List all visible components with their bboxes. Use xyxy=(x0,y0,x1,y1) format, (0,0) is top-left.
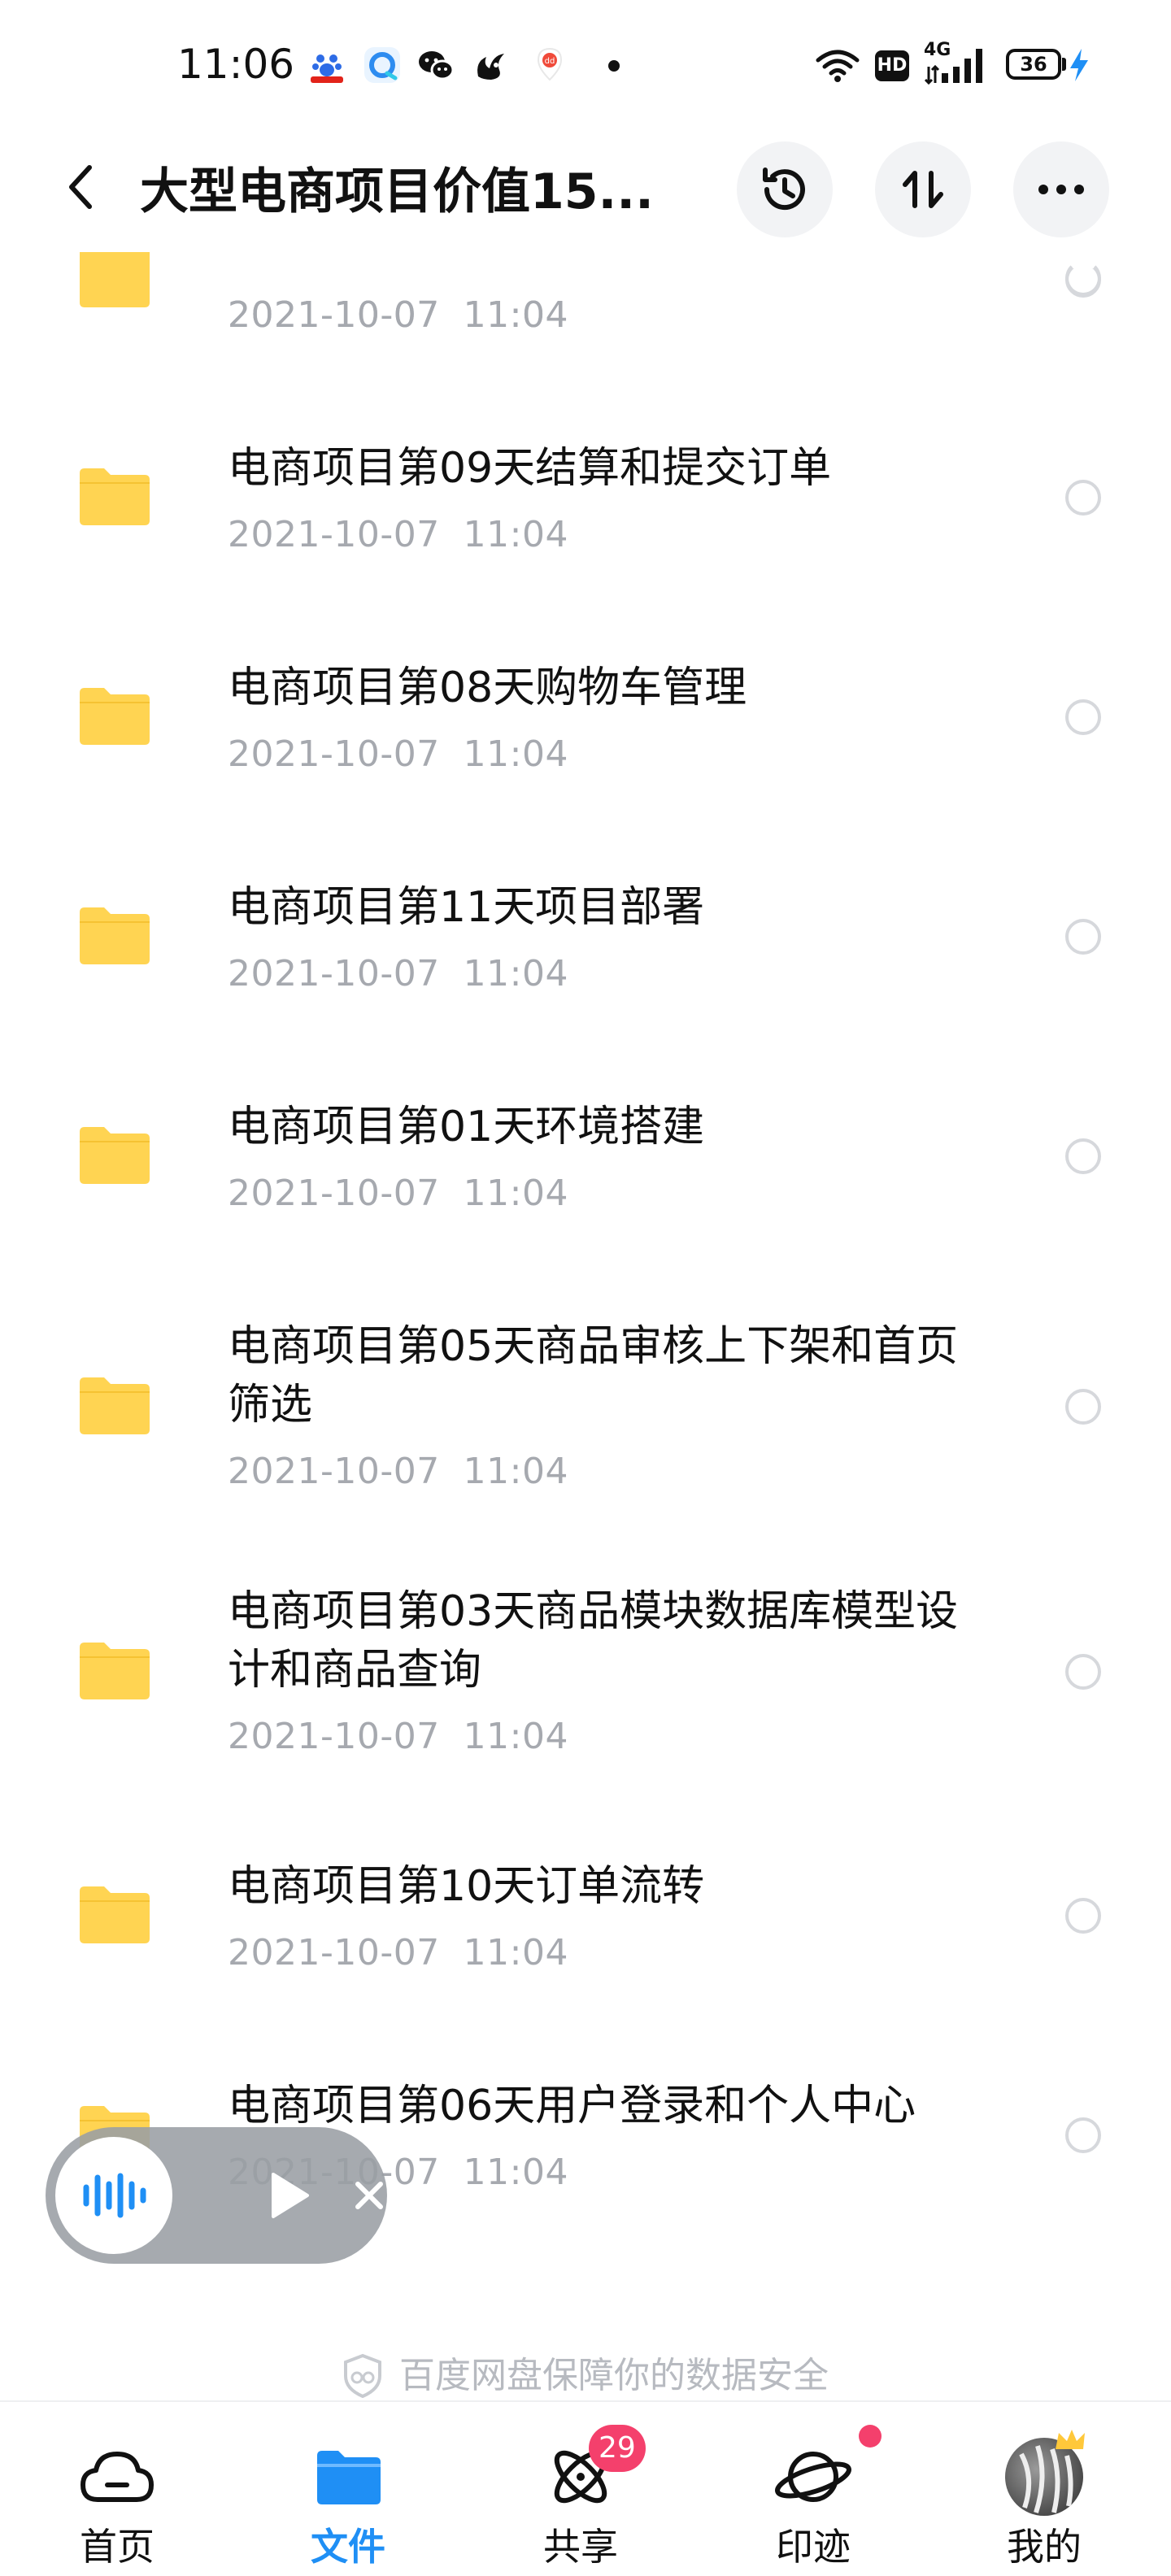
close-button[interactable] xyxy=(350,2176,389,2215)
sort-button[interactable] xyxy=(875,141,971,237)
folder-icon xyxy=(80,252,150,304)
page: 2021-10-07 11:04 电商项目第09天结算和提交订单 2021-10… xyxy=(0,0,1171,2576)
file-date: 2021-10-07 11:04 xyxy=(228,514,568,555)
map-pin-icon: dd xyxy=(537,47,563,81)
nav-label: 文件 xyxy=(311,2525,385,2569)
sort-icon xyxy=(903,171,943,208)
back-button[interactable] xyxy=(49,154,114,220)
select-radio[interactable] xyxy=(1065,919,1101,955)
select-radio[interactable] xyxy=(1065,480,1101,516)
nav-label: 首页 xyxy=(80,2525,155,2569)
nav-item-traces[interactable]: 印迹 xyxy=(732,2402,895,2576)
security-text: 百度网盘保障你的数据安全 xyxy=(399,2355,829,2396)
nav-label: 印迹 xyxy=(776,2525,851,2569)
cloud-icon xyxy=(75,2435,159,2519)
svg-text:dd: dd xyxy=(545,57,555,66)
file-date: 2021-10-07 11:04 xyxy=(228,1716,568,1757)
battery-icon: 36 xyxy=(1006,49,1061,80)
nav-item-files[interactable]: 文件 xyxy=(267,2402,429,2576)
folder-icon xyxy=(80,1377,150,1434)
notification-dot xyxy=(859,2425,882,2448)
wifi-icon xyxy=(816,50,860,82)
folder-icon xyxy=(80,468,150,525)
play-icon xyxy=(272,2173,309,2218)
select-radio[interactable] xyxy=(1065,2117,1101,2153)
select-radio[interactable] xyxy=(1065,1898,1101,1934)
folder-icon xyxy=(80,1127,150,1184)
bottom-nav: 首页 文件 29 共享 印迹 我的 xyxy=(0,2400,1171,2576)
file-name: 电商项目第10天订单流转 xyxy=(228,1862,705,1911)
folder-icon xyxy=(80,1886,150,1943)
file-name: 电商项目第09天结算和提交订单 xyxy=(228,444,832,493)
file-name: 电商项目第11天项目部署 xyxy=(228,883,705,932)
sound-wave-icon xyxy=(83,2173,146,2218)
file-name: 电商项目第05天商品审核上下架和首页筛选 xyxy=(228,1322,959,1429)
select-radio[interactable] xyxy=(1065,1138,1101,1174)
nav-label: 我的 xyxy=(1007,2525,1082,2569)
select-radio[interactable] xyxy=(1065,1389,1101,1425)
file-date: 2021-10-07 11:04 xyxy=(228,1451,568,1492)
security-note: 百度网盘保障你的数据安全 xyxy=(0,2350,1171,2402)
browser-icon xyxy=(364,47,400,83)
status-bar: 11:06 dd HD 4G 36 xyxy=(0,0,1171,130)
select-radio[interactable] xyxy=(1065,260,1101,296)
battery-level: 36 xyxy=(1020,53,1047,76)
charging-icon xyxy=(1070,49,1088,81)
close-icon xyxy=(355,2182,383,2209)
folder-icon xyxy=(306,2435,390,2519)
signal-icon xyxy=(924,49,982,85)
file-date: 2021-10-07 11:04 xyxy=(228,294,568,336)
nav-item-me[interactable]: 我的 xyxy=(963,2402,1125,2576)
file-date: 2021-10-07 11:04 xyxy=(228,733,568,775)
history-icon xyxy=(763,168,805,211)
folder-icon xyxy=(80,907,150,964)
file-name: 电商项目第03天商品模块数据库模型设计和商品查询 xyxy=(228,1587,959,1695)
shield-icon xyxy=(344,2353,381,2399)
avatar xyxy=(1002,2430,1086,2519)
audio-player[interactable] xyxy=(46,2127,387,2264)
nav-item-home[interactable]: 首页 xyxy=(36,2402,198,2576)
nav-item-share[interactable]: 29 共享 xyxy=(499,2402,662,2576)
nav-label: 共享 xyxy=(543,2525,618,2569)
planet-icon xyxy=(771,2435,855,2519)
notification-dot xyxy=(608,60,620,72)
more-button[interactable] xyxy=(1013,141,1109,237)
select-radio[interactable] xyxy=(1065,699,1101,735)
more-icon xyxy=(1038,185,1084,194)
file-date: 2021-10-07 11:04 xyxy=(228,1173,568,1214)
status-time: 11:06 xyxy=(177,41,295,88)
battery-nub xyxy=(1062,58,1066,71)
share-badge: 29 xyxy=(589,2425,646,2472)
page-title: 大型电商项目价值15... xyxy=(140,163,654,220)
play-button[interactable] xyxy=(259,2165,320,2226)
uc-icon xyxy=(477,54,504,80)
file-date: 2021-10-07 11:04 xyxy=(228,1932,568,1973)
voice-wave-button[interactable] xyxy=(55,2137,172,2254)
hd-icon: HD xyxy=(875,50,909,81)
wechat-icon xyxy=(419,51,455,80)
header: 大型电商项目价值15... xyxy=(0,130,1171,252)
file-name: 电商项目第08天购物车管理 xyxy=(228,664,747,712)
file-name: 电商项目第06天用户登录和个人中心 xyxy=(228,2082,916,2130)
folder-icon xyxy=(80,1643,150,1699)
history-button[interactable] xyxy=(737,141,833,237)
baidu-icon xyxy=(309,50,345,83)
folder-icon xyxy=(80,688,150,745)
crown-icon xyxy=(1056,2430,1085,2449)
file-name: 电商项目第01天环境搭建 xyxy=(228,1103,705,1151)
chevron-left-icon xyxy=(69,165,92,209)
file-date: 2021-10-07 11:04 xyxy=(228,953,568,994)
select-radio[interactable] xyxy=(1065,1654,1101,1690)
